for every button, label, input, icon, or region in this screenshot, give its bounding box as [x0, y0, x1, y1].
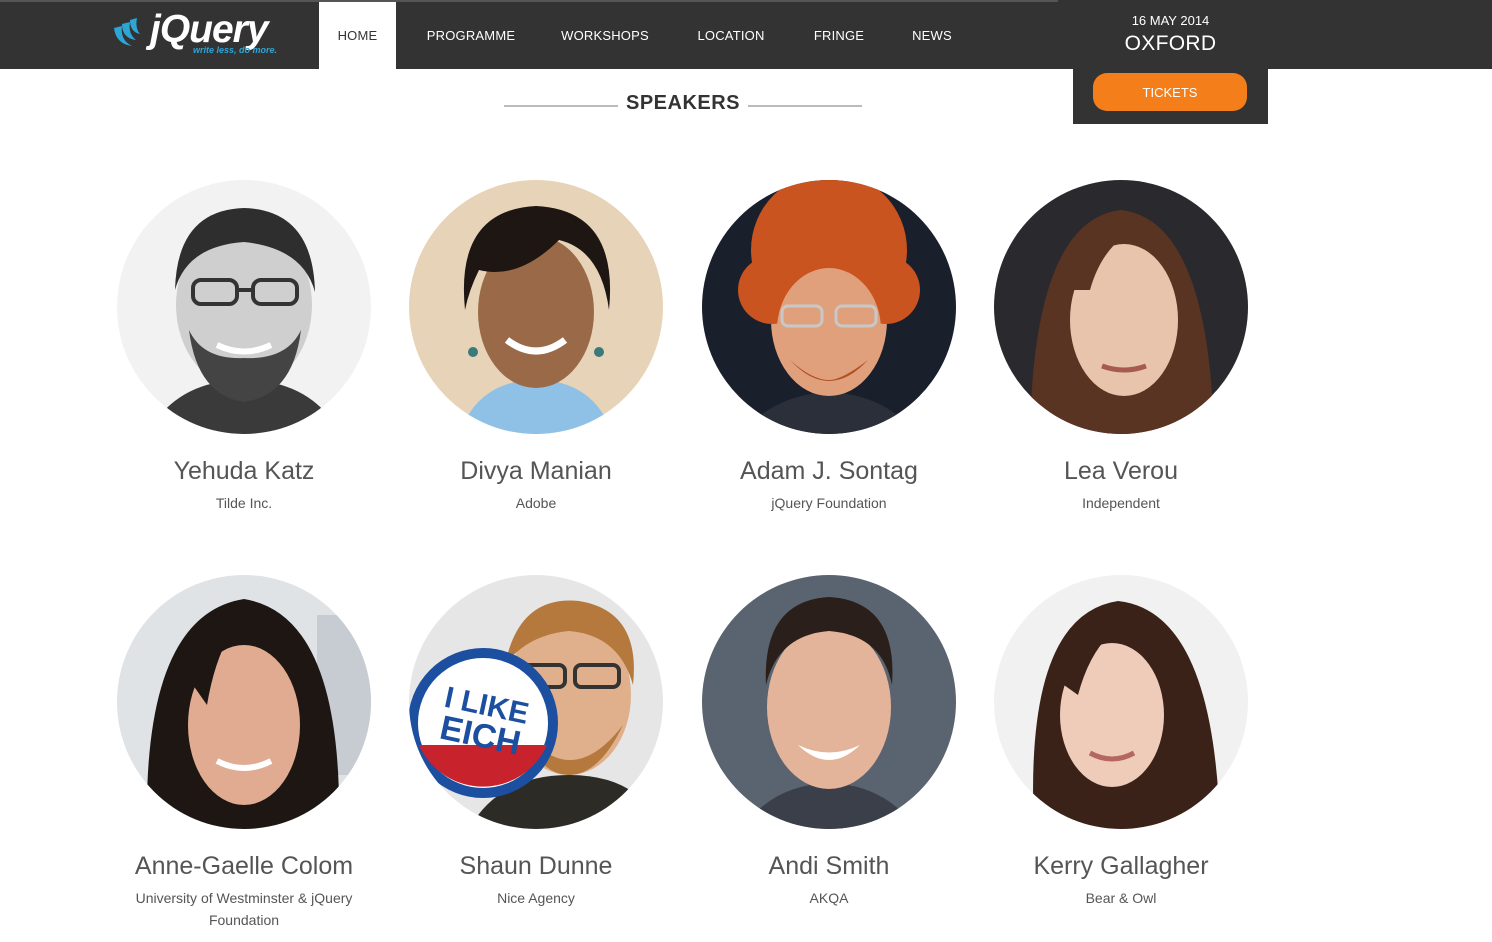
speaker-card: Kerry Gallagher Bear & Owl	[975, 575, 1267, 909]
speakers-heading: SPEAKERS	[504, 90, 862, 120]
speaker-name[interactable]: Divya Manian	[390, 454, 682, 488]
speaker-card: I LIKE EICH Shaun Dunne Nice Agency	[390, 575, 682, 909]
speaker-company: University of Westminster & jQuery Found…	[135, 890, 353, 928]
speaker-photo[interactable]	[117, 180, 371, 434]
speaker-name[interactable]: Lea Verou	[975, 454, 1267, 488]
speaker-card: Andi Smith AKQA	[683, 575, 975, 909]
main-nav: HOME PROGRAMME WORKSHOPS LOCATION FRINGE…	[319, 2, 984, 69]
event-city: OXFORD	[1124, 32, 1217, 55]
speaker-name[interactable]: Anne-Gaelle Colom	[98, 849, 390, 883]
speaker-photo[interactable]	[702, 180, 956, 434]
event-date: 16 MAY 2014	[1131, 13, 1210, 28]
speaker-card: Anne-Gaelle Colom University of Westmins…	[98, 575, 390, 931]
heading-rule-left	[504, 105, 618, 107]
nav-programme[interactable]: PROGRAMME	[396, 2, 546, 69]
speaker-company: Independent	[1082, 495, 1160, 511]
speaker-name[interactable]: Adam J. Sontag	[683, 454, 975, 488]
speaker-photo[interactable]	[409, 180, 663, 434]
speaker-company: Adobe	[515, 495, 557, 511]
logo-wordmark: jQuery	[150, 8, 269, 51]
nav-location[interactable]: LOCATION	[664, 2, 798, 69]
speaker-photo[interactable]	[994, 180, 1248, 434]
speaker-company: AKQA	[809, 890, 849, 906]
event-info-panel: 16 MAY 2014 OXFORD TICKETS	[1073, 0, 1268, 124]
speaker-name[interactable]: Shaun Dunne	[390, 849, 682, 883]
logo-tagline: write less, do more.	[193, 45, 278, 55]
jquery-logo[interactable]: jQuery write less, do more.	[110, 8, 310, 60]
speaker-name[interactable]: Kerry Gallagher	[975, 849, 1267, 883]
speaker-photo[interactable]: I LIKE EICH	[409, 575, 663, 829]
speaker-card: Adam J. Sontag jQuery Foundation	[683, 180, 975, 514]
nav-news[interactable]: NEWS	[880, 2, 984, 69]
section-title: SPEAKERS	[625, 92, 741, 114]
speaker-photo[interactable]	[994, 575, 1248, 829]
heading-rule-right	[748, 105, 862, 107]
speaker-card: Lea Verou Independent	[975, 180, 1267, 514]
top-navigation-bar: jQuery write less, do more. HOME PROGRAM…	[0, 0, 1492, 69]
speaker-company: Nice Agency	[497, 890, 575, 906]
speaker-company: jQuery Foundation	[771, 495, 887, 511]
speaker-photo[interactable]	[117, 575, 371, 829]
speaker-company: Bear & Owl	[1085, 890, 1157, 906]
speaker-company: Tilde Inc.	[215, 495, 273, 511]
speaker-card: Divya Manian Adobe	[390, 180, 682, 514]
nav-home[interactable]: HOME	[319, 2, 396, 69]
tickets-button[interactable]: TICKETS	[1093, 73, 1247, 111]
speaker-name[interactable]: Andi Smith	[683, 849, 975, 883]
nav-workshops[interactable]: WORKSHOPS	[546, 2, 664, 69]
jquery-swirl-icon	[114, 18, 140, 46]
speaker-photo[interactable]	[702, 575, 956, 829]
nav-fringe[interactable]: FRINGE	[798, 2, 880, 69]
speaker-name[interactable]: Yehuda Katz	[98, 454, 390, 488]
speaker-card: Yehuda Katz Tilde Inc.	[98, 180, 390, 514]
